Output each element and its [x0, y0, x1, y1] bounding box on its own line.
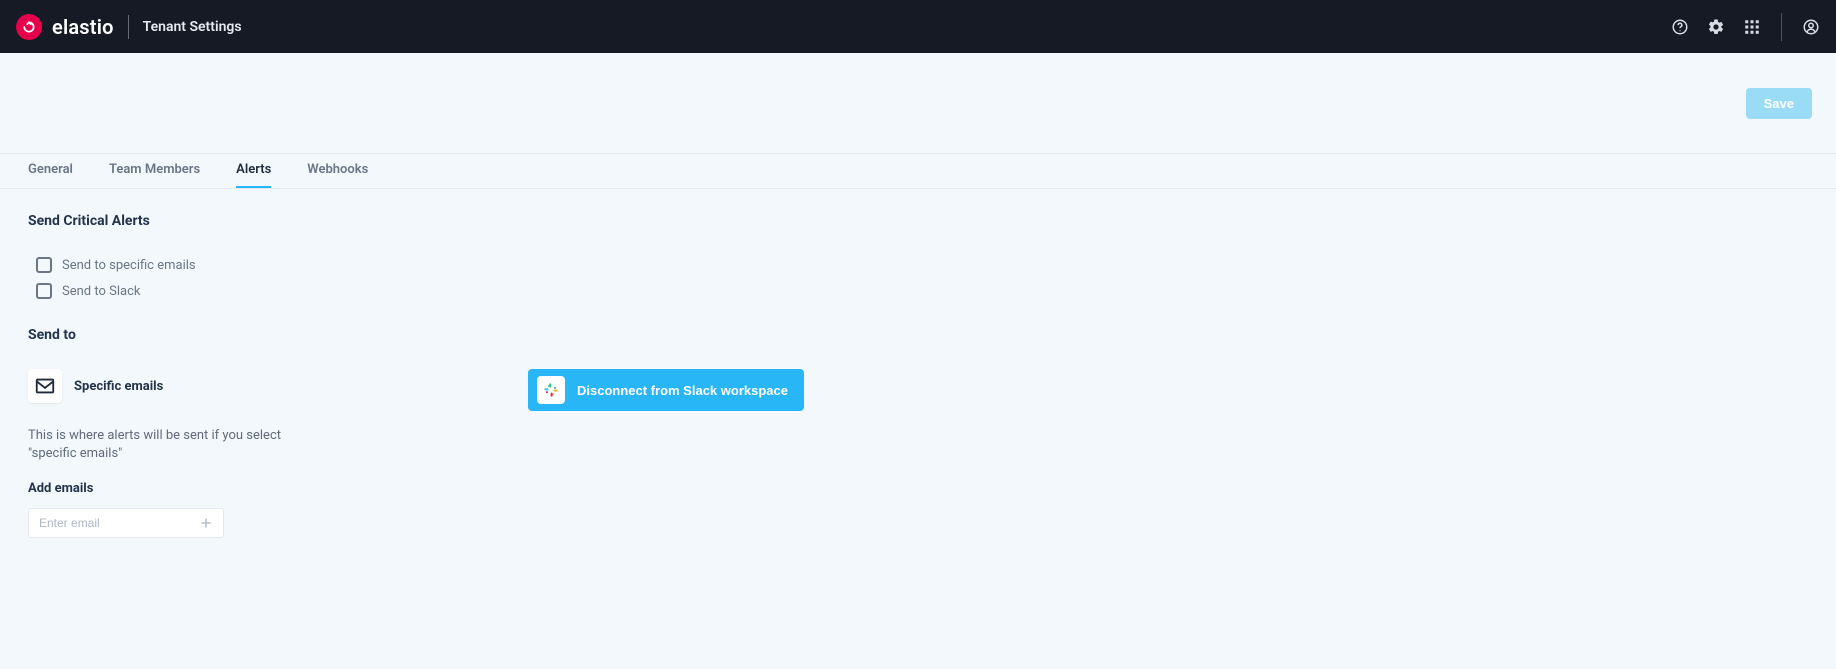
settings-tabs: General Team Members Alerts Webhooks	[0, 153, 1836, 189]
header-divider	[128, 15, 129, 39]
specific-emails-block: Specific emails This is where alerts wil…	[28, 369, 288, 538]
content-area: Save General Team Members Alerts Webhook…	[0, 53, 1836, 562]
checkbox-emails[interactable]	[36, 257, 52, 273]
email-input-row	[28, 508, 224, 538]
disconnect-slack-button[interactable]: Disconnect from Slack workspace	[528, 369, 804, 411]
slack-icon	[537, 376, 565, 404]
checkbox-row-slack: Send to Slack	[28, 283, 1808, 299]
user-icon[interactable]	[1802, 18, 1820, 36]
email-input[interactable]	[39, 516, 197, 530]
toolbar: Save	[0, 53, 1836, 153]
brand-logo-icon	[16, 14, 42, 40]
app-header: elastio Tenant Settings	[0, 0, 1836, 53]
alert-destination-checkboxes: Send to specific emails Send to Slack	[28, 257, 1808, 299]
brand-name: elastio	[52, 15, 114, 39]
mail-icon	[28, 369, 62, 403]
specific-emails-card: Specific emails	[28, 369, 163, 403]
send-to-row: Specific emails This is where alerts wil…	[28, 369, 1808, 538]
page-title: Tenant Settings	[143, 19, 242, 35]
apps-grid-icon[interactable]	[1743, 18, 1761, 36]
gear-icon[interactable]	[1707, 18, 1725, 36]
disconnect-slack-label: Disconnect from Slack workspace	[577, 383, 788, 398]
checkbox-slack-label: Send to Slack	[62, 284, 140, 299]
brand: elastio	[16, 14, 114, 40]
save-button[interactable]: Save	[1746, 88, 1812, 119]
header-separator	[1781, 13, 1782, 41]
tab-alerts[interactable]: Alerts	[236, 154, 271, 188]
slack-block: Disconnect from Slack workspace	[528, 369, 804, 411]
header-actions	[1671, 13, 1820, 41]
alerts-section: Send Critical Alerts Send to specific em…	[0, 189, 1836, 538]
checkbox-row-emails: Send to specific emails	[28, 257, 1808, 273]
specific-emails-label: Specific emails	[74, 379, 163, 394]
specific-emails-description: This is where alerts will be sent if you…	[28, 427, 288, 463]
tab-general[interactable]: General	[28, 154, 73, 188]
section-title: Send Critical Alerts	[28, 213, 1808, 229]
add-email-button[interactable]	[197, 514, 215, 532]
tab-webhooks[interactable]: Webhooks	[307, 154, 368, 188]
tab-team-members[interactable]: Team Members	[109, 154, 200, 188]
add-emails-title: Add emails	[28, 481, 288, 496]
help-icon[interactable]	[1671, 18, 1689, 36]
checkbox-slack[interactable]	[36, 283, 52, 299]
send-to-title: Send to	[28, 327, 1808, 343]
checkbox-emails-label: Send to specific emails	[62, 258, 196, 273]
